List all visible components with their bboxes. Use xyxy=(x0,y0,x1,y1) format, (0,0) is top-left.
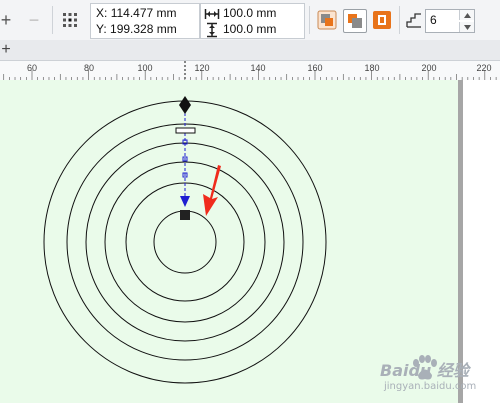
to-back-icon[interactable] xyxy=(343,9,367,33)
ruler-label: 140 xyxy=(250,63,266,73)
watermark-brand: Baidu 经验 xyxy=(380,361,469,380)
ruler-label: 220 xyxy=(476,63,492,73)
width-field[interactable]: 100.0 mm xyxy=(223,6,276,20)
position-fields: X: 114.477 mm Y: 199.328 mm xyxy=(90,3,200,39)
watermark: Baidu 经验 jingyan.baidu.com xyxy=(380,355,498,399)
separator xyxy=(399,6,400,34)
new-document-icon[interactable]: + xyxy=(0,40,12,60)
ruler-label: 80 xyxy=(83,63,95,73)
y-position-field[interactable]: Y: 199.328 mm xyxy=(96,22,177,36)
blend-direction-arrow-icon xyxy=(180,196,190,207)
width-icon xyxy=(204,9,220,19)
watermark-url: jingyan.baidu.com xyxy=(384,381,477,392)
ruler-label: 160 xyxy=(307,63,323,73)
y-label: Y: xyxy=(96,22,107,36)
chevron-down-icon xyxy=(463,24,471,30)
separator xyxy=(52,6,53,34)
step-up-button[interactable] xyxy=(459,10,474,20)
steps-input[interactable]: 6 xyxy=(425,9,475,33)
acceleration-slider[interactable] xyxy=(175,127,196,134)
x-position-field[interactable]: X: 114.477 mm xyxy=(96,6,177,20)
ring-4[interactable] xyxy=(104,161,266,323)
reverse-order-icon[interactable] xyxy=(371,9,393,31)
annotation-arrow-icon xyxy=(203,165,221,216)
ruler-label: 60 xyxy=(26,63,38,73)
ring-6[interactable] xyxy=(153,210,217,274)
size-fields: 100.0 mm 100.0 mm xyxy=(200,3,305,39)
x-value[interactable]: 114.477 mm xyxy=(111,6,177,20)
horizontal-ruler[interactable]: 60 80 100 120 140 160 180 200 220 xyxy=(0,61,500,81)
height-icon xyxy=(207,22,217,38)
reference-point-icon[interactable] xyxy=(60,10,80,30)
y-value[interactable]: 199.328 mm xyxy=(110,22,177,36)
add-icon[interactable]: + xyxy=(0,10,16,30)
step-down-button[interactable] xyxy=(459,22,474,32)
to-front-icon[interactable] xyxy=(316,9,338,31)
height-field[interactable]: 100.0 mm xyxy=(223,22,276,36)
ruler-label: 200 xyxy=(421,63,437,73)
chevron-up-icon xyxy=(463,12,471,18)
x-label: X: xyxy=(96,6,108,20)
ruler-label: 180 xyxy=(364,63,380,73)
steps-icon xyxy=(406,13,421,28)
ruler-label: 120 xyxy=(194,63,210,73)
property-bar: + − X: 114.477 mm Y: 199.328 mm 100.0 mm xyxy=(0,0,500,41)
document-tab-strip: + xyxy=(0,40,500,61)
steps-value[interactable]: 6 xyxy=(430,13,437,27)
end-handle-square[interactable] xyxy=(180,210,190,220)
ruler-label: 100 xyxy=(137,63,153,73)
subtract-icon[interactable]: − xyxy=(24,10,44,30)
start-handle-diamond[interactable] xyxy=(179,96,191,114)
separator xyxy=(309,6,310,34)
